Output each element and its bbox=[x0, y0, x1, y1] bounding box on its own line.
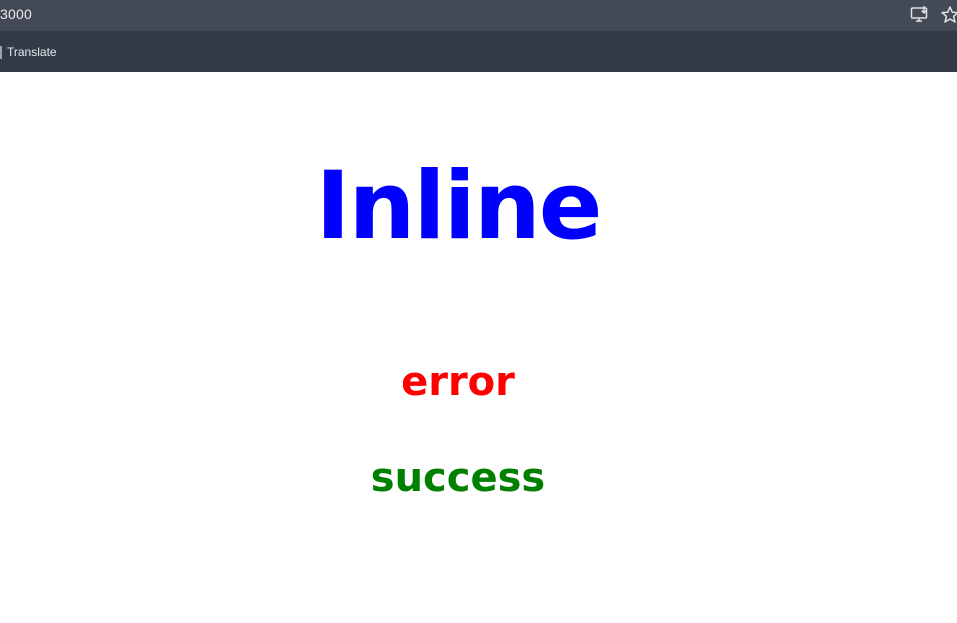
address-bar: 3000 bbox=[0, 0, 957, 31]
url-text[interactable]: 3000 bbox=[0, 6, 32, 22]
bookmark-translate[interactable]: Translate bbox=[0, 43, 57, 61]
install-app-icon[interactable] bbox=[910, 6, 930, 24]
bookmark-favicon-icon bbox=[0, 45, 2, 59]
bookmark-label: Translate bbox=[7, 45, 57, 59]
success-text: success bbox=[370, 455, 546, 501]
heading-inline: Inline bbox=[315, 152, 602, 261]
page-content: Inline error success bbox=[0, 72, 957, 623]
error-text: error bbox=[401, 359, 515, 405]
bookmarks-bar: Translate bbox=[0, 31, 957, 72]
star-icon[interactable] bbox=[940, 5, 957, 25]
